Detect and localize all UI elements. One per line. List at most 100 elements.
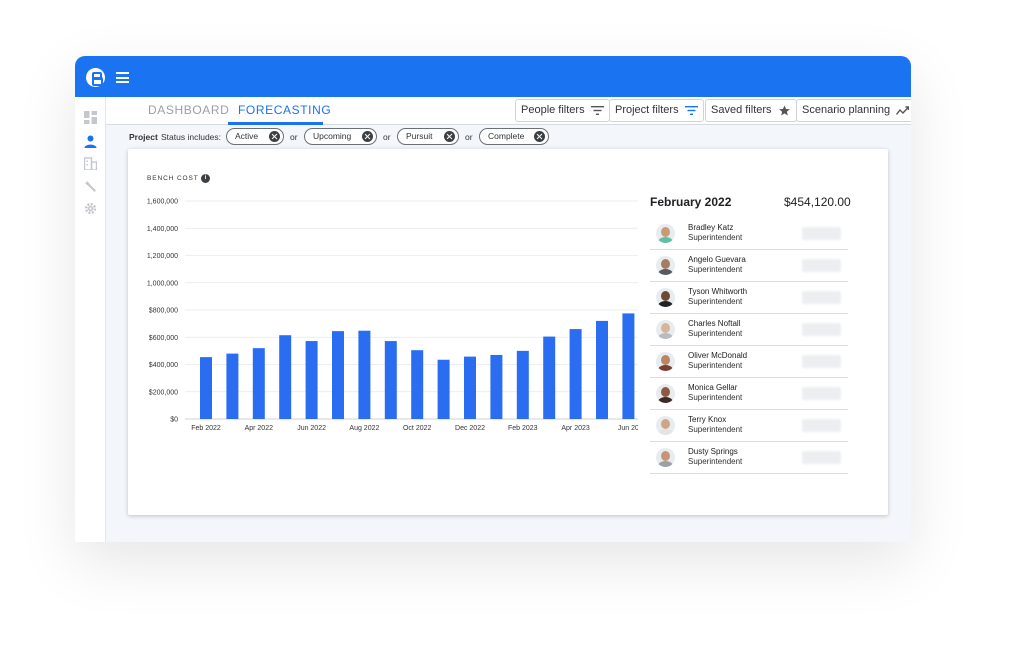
person-role: Superintendent: [688, 265, 743, 274]
bar[interactable]: [279, 335, 292, 419]
x-tick-label: Dec 2022: [455, 425, 485, 432]
list-item[interactable]: Angelo Guevara Superintendent: [650, 250, 848, 282]
panel-month: February 2022: [650, 195, 732, 209]
scenario-planning-label: Scenario planning: [802, 104, 891, 116]
wrench-icon[interactable]: [84, 180, 97, 193]
bar[interactable]: [411, 350, 424, 419]
close-circle-icon[interactable]: [269, 131, 280, 142]
project-filters-label: Project filters: [615, 104, 679, 116]
list-item[interactable]: Terry Knox Superintendent: [650, 410, 848, 442]
project-filters-button[interactable]: Project filters: [609, 99, 704, 122]
avatar: [656, 224, 675, 243]
saved-filters-button[interactable]: Saved filters: [705, 99, 797, 122]
sidebar: [75, 97, 106, 542]
filter-project-label: Project: [129, 132, 158, 142]
person-name: Charles Noftall: [688, 319, 741, 328]
bar[interactable]: [358, 330, 371, 419]
tab-dashboard[interactable]: DASHBOARD: [148, 103, 229, 117]
list-item[interactable]: Charles Noftall Superintendent: [650, 314, 848, 346]
y-tick-label: 1,200,000: [147, 253, 178, 260]
x-tick-label: Apr 2022: [245, 425, 274, 432]
list-item[interactable]: Bradley Katz Superintendent: [650, 218, 848, 250]
person-role: Superintendent: [688, 233, 743, 242]
x-tick-label: Feb 2023: [508, 425, 538, 432]
x-tick-label: Apr 2023: [561, 425, 590, 432]
filter-row: Project Status includes: Active or Upcom…: [106, 127, 911, 149]
bar[interactable]: [437, 359, 450, 419]
scenario-planning-button[interactable]: Scenario planning: [796, 99, 911, 122]
trend-icon: [896, 106, 910, 115]
people-list: Bradley Katz Superintendent Angelo Guevara…: [650, 218, 848, 474]
y-tick-label: $800,000: [149, 308, 178, 315]
bar[interactable]: [490, 354, 503, 419]
filter-icon: [684, 106, 698, 115]
gear-icon[interactable]: [84, 202, 97, 215]
y-tick-label: $600,000: [149, 335, 178, 342]
chip-label: Complete: [488, 131, 525, 141]
bar[interactable]: [622, 313, 635, 419]
info-icon[interactable]: i: [201, 174, 210, 183]
tab-forecasting[interactable]: FORECASTING: [238, 103, 331, 117]
blurred-value: [802, 291, 841, 304]
star-icon: [778, 105, 790, 116]
blurred-value: [802, 451, 841, 464]
bar[interactable]: [226, 353, 239, 419]
people-filters-button[interactable]: People filters: [515, 99, 610, 122]
building-icon[interactable]: [84, 157, 97, 170]
x-tick-label: Jun 2022: [297, 425, 326, 432]
list-item[interactable]: Tyson Whitworth Superintendent: [650, 282, 848, 314]
person-name: Terry Knox: [688, 415, 727, 424]
close-circle-icon[interactable]: [534, 131, 545, 142]
bar[interactable]: [543, 336, 556, 419]
y-tick-label: 1,600,000: [147, 199, 178, 206]
chip-label: Pursuit: [406, 131, 433, 141]
list-item[interactable]: Oliver McDonald Superintendent: [650, 346, 848, 378]
bar[interactable]: [569, 329, 582, 419]
person-role: Superintendent: [688, 457, 743, 466]
dashboard-icon[interactable]: [84, 111, 97, 124]
bar[interactable]: [252, 348, 265, 419]
close-circle-icon[interactable]: [362, 131, 373, 142]
x-tick-label: Feb 2022: [191, 425, 221, 432]
list-item[interactable]: Dusty Springs Superintendent: [650, 442, 848, 474]
bar[interactable]: [596, 320, 608, 419]
y-tick-label: 1,400,000: [147, 226, 178, 233]
person-name: Dusty Springs: [688, 447, 738, 456]
person-icon[interactable]: [84, 135, 97, 148]
blurred-value: [802, 227, 841, 240]
avatar: [656, 256, 675, 275]
chip-upcoming[interactable]: Upcoming: [304, 128, 377, 145]
app-window: DASHBOARD FORECASTING People filters Pro…: [75, 56, 911, 542]
avatar: [656, 384, 675, 403]
avatar: [656, 352, 675, 371]
bar[interactable]: [200, 357, 212, 419]
person-name: Bradley Katz: [688, 223, 734, 232]
bar[interactable]: [332, 331, 344, 419]
blurred-value: [802, 387, 841, 400]
bar[interactable]: [305, 341, 318, 419]
y-tick-label: $0: [170, 417, 178, 424]
chip-pursuit[interactable]: Pursuit: [397, 128, 459, 145]
bar[interactable]: [464, 356, 476, 419]
blurred-value: [802, 323, 841, 336]
person-name: Monica Gellar: [688, 383, 738, 392]
filter-status-label: Status includes:: [161, 132, 222, 142]
bar[interactable]: [384, 341, 397, 419]
list-item[interactable]: Monica Gellar Superintendent: [650, 378, 848, 410]
y-tick-label: $400,000: [149, 362, 178, 369]
bench-logo-icon[interactable]: [86, 68, 105, 87]
person-role: Superintendent: [688, 393, 743, 402]
panel-total: $454,120.00: [784, 195, 851, 209]
y-tick-label: 1,000,000: [147, 280, 178, 287]
x-tick-label: Oct 2022: [403, 425, 432, 432]
chip-active[interactable]: Active: [226, 128, 284, 145]
hamburger-icon[interactable]: [116, 72, 129, 83]
close-circle-icon[interactable]: [444, 131, 455, 142]
y-tick-label: $200,000: [149, 389, 178, 396]
chip-complete[interactable]: Complete: [479, 128, 549, 145]
blurred-value: [802, 259, 841, 272]
bar[interactable]: [516, 350, 529, 419]
people-filters-label: People filters: [521, 104, 585, 116]
blurred-value: [802, 355, 841, 368]
avatar: [656, 288, 675, 307]
